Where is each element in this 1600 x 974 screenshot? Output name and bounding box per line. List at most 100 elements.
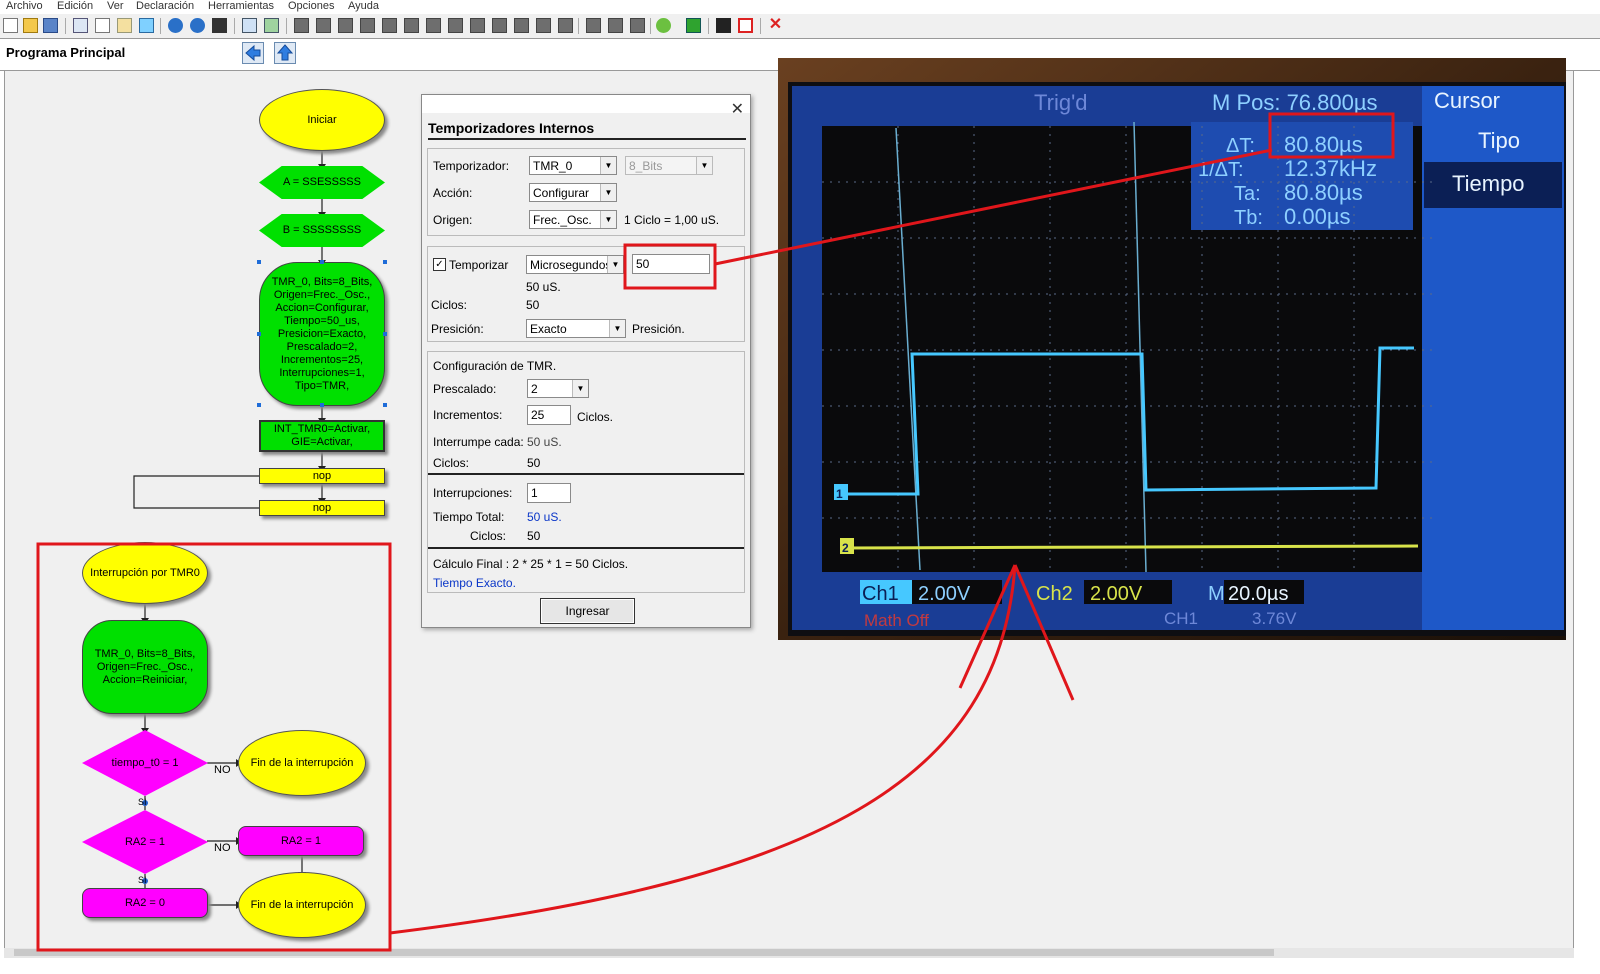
ciclos2-label: Ciclos:: [433, 456, 470, 470]
tmr-reset-line: Origen=Frec._Osc.,: [96, 660, 194, 673]
tiempo-us: 50 uS.: [526, 280, 561, 294]
selection-handle[interactable]: [383, 332, 387, 336]
accion-value: Configurar: [533, 186, 590, 200]
tmr-config-line: Incrementos=25,: [280, 353, 364, 366]
origen-label: Origen:: [433, 213, 473, 227]
timer-dialog: ✕ Temporizadores Internos Temporizador: …: [421, 94, 751, 628]
selection-handle[interactable]: [320, 403, 324, 407]
scope-inv-dt: 1/ΔT:: [1198, 159, 1244, 181]
ciclos2-value: 50: [527, 456, 541, 470]
oscilloscope-photo: 1 2 Trig'd M Pos: 76.800µs Cursor Tipo T…: [778, 58, 1566, 640]
flow-assign-b[interactable]: B = SSSSSSSS: [259, 214, 385, 247]
ciclos-value: 50: [526, 298, 540, 312]
isr-start[interactable]: Interrupción por TMR0: [82, 542, 208, 604]
scope-trig: Trig'd: [1034, 90, 1088, 115]
presicion-select[interactable]: Exacto ▼: [526, 319, 626, 338]
scope-cursor: Cursor: [1434, 88, 1500, 113]
selection-handle[interactable]: [257, 260, 261, 264]
si-label: SI: [138, 875, 147, 885]
scope-math: Math Off: [864, 611, 929, 630]
interrumpe-value: 50 uS.: [527, 435, 562, 449]
accion-label: Acción:: [433, 186, 473, 200]
interrupciones-input[interactable]: 1: [527, 483, 571, 503]
temporizador-label: Temporizador:: [433, 159, 510, 173]
temporizar-checkbox[interactable]: ✓: [433, 258, 446, 271]
flow-int-block[interactable]: INT_TMR0=Activar, GIE=Activar,: [259, 420, 385, 452]
flow-tmr-config[interactable]: TMR_0, Bits=8_Bits, Origen=Frec._Osc., A…: [259, 262, 385, 406]
tmr-config-line: Prescalado=2,: [286, 340, 358, 353]
bits-value: 8_Bits: [629, 159, 663, 173]
config-label: Configuración de TMR.: [433, 359, 557, 373]
temporizar-label: Temporizar: [449, 258, 509, 272]
flow-start[interactable]: Iniciar: [259, 89, 385, 151]
tmr-config-line: Interrupciones=1,: [279, 366, 365, 379]
scope-tb-value: 0.00µs: [1284, 204, 1351, 229]
title-divider: [428, 138, 746, 140]
incrementos-suffix: Ciclos.: [577, 410, 614, 424]
scope-tipo: Tipo: [1478, 128, 1520, 153]
unidad-select[interactable]: Microsegundos ▼: [526, 255, 624, 274]
tmr-config-line: TMR_0, Bits=8_Bits,: [271, 275, 373, 288]
scope-tiempo: Tiempo: [1452, 171, 1525, 196]
scope-marker-1: 1: [836, 487, 843, 501]
selection-handle[interactable]: [383, 403, 387, 407]
selection-handle[interactable]: [320, 260, 324, 264]
flow-assign-a[interactable]: A = SSESSSSS: [259, 166, 385, 199]
presicion-suffix: Presición.: [632, 322, 685, 336]
isr-set-ra2[interactable]: RA2 = 1: [238, 826, 364, 856]
isr-clear-ra2[interactable]: RA2 = 0: [82, 888, 208, 918]
scope-ta: Ta:: [1234, 183, 1261, 205]
prescalado-select[interactable]: 2 ▼: [527, 379, 589, 398]
divider: [428, 473, 744, 475]
unidad-value: Microsegundos: [530, 258, 612, 272]
ingresar-button[interactable]: Ingresar: [540, 598, 635, 624]
scope-ta-value: 80.80µs: [1284, 180, 1363, 205]
prescalado-label: Prescalado:: [433, 382, 497, 396]
accion-select[interactable]: Configurar ▼: [529, 183, 617, 202]
scope-trig-src: CH1: [1164, 609, 1198, 628]
flow-nop-1[interactable]: nop: [259, 468, 385, 484]
selection-handle[interactable]: [383, 260, 387, 264]
temporizador-value: TMR_0: [533, 159, 573, 173]
tmr-config-line: Origen=Frec._Osc.,: [273, 288, 371, 301]
scope-ch1-volts: 2.00V: [918, 583, 971, 605]
scope-delta-t: ΔT:: [1226, 135, 1255, 157]
tmr-config-line: Accion=Configurar,: [275, 301, 369, 314]
ciclo-info: 1 Ciclo = 1,00 uS.: [624, 213, 720, 227]
isr-end-1[interactable]: Fin de la interrupción: [238, 730, 366, 796]
isr-end-2[interactable]: Fin de la interrupción: [238, 872, 366, 938]
tiempo-exacto: Tiempo Exacto.: [433, 576, 516, 590]
no-label: NO: [214, 842, 231, 854]
ciclos-label: Ciclos:: [431, 298, 468, 312]
temporizador-select[interactable]: TMR_0 ▼: [529, 156, 617, 175]
bits-select: 8_Bits ▼: [625, 156, 713, 175]
origen-value: Frec._Osc.: [533, 213, 592, 227]
scope-ch2-volts: 2.00V: [1090, 583, 1143, 605]
flow-nop-2[interactable]: nop: [259, 500, 385, 516]
chevron-down-icon: ▼: [609, 320, 625, 337]
dialog-header: [422, 95, 750, 113]
scope-inv-dt-value: 12.37kHz: [1284, 156, 1377, 181]
scope-delta-t-value: 80.80µs: [1284, 132, 1363, 157]
temporizar-group: ✓ Temporizar Microsegundos ▼ 50 50 uS. Ci…: [427, 246, 745, 342]
scope-m: M: [1208, 583, 1225, 605]
isr-tmr-reset[interactable]: TMR_0, Bits=8_Bits, Origen=Frec._Osc., A…: [82, 620, 208, 714]
chevron-down-icon: ▼: [600, 184, 616, 201]
scope-m-value: 20.0µs: [1228, 583, 1288, 605]
tiempo-input[interactable]: 50: [632, 254, 710, 274]
tmr-reset-line: TMR_0, Bits=8_Bits,: [94, 647, 196, 660]
scope-trig-volts: 3.76V: [1252, 609, 1297, 628]
scope-marker-2: 2: [842, 541, 849, 555]
origen-select[interactable]: Frec._Osc. ▼: [529, 210, 617, 229]
tmr-config-group: Configuración de TMR. Prescalado: 2 ▼ Inc…: [427, 351, 745, 593]
selection-handle[interactable]: [257, 403, 261, 407]
divider: [428, 547, 744, 549]
selection-handle[interactable]: [257, 332, 261, 336]
interrumpe-label: Interrumpe cada:: [433, 435, 524, 449]
tmr-config-line: Tiempo=50_us,: [284, 314, 360, 327]
tiempo-total-label: Tiempo Total:: [433, 510, 505, 524]
close-icon[interactable]: ✕: [731, 99, 744, 119]
incrementos-input[interactable]: 25: [527, 405, 571, 425]
tmr-reset-line: Accion=Reiniciar,: [102, 673, 188, 686]
scope-tb: Tb:: [1234, 207, 1263, 229]
